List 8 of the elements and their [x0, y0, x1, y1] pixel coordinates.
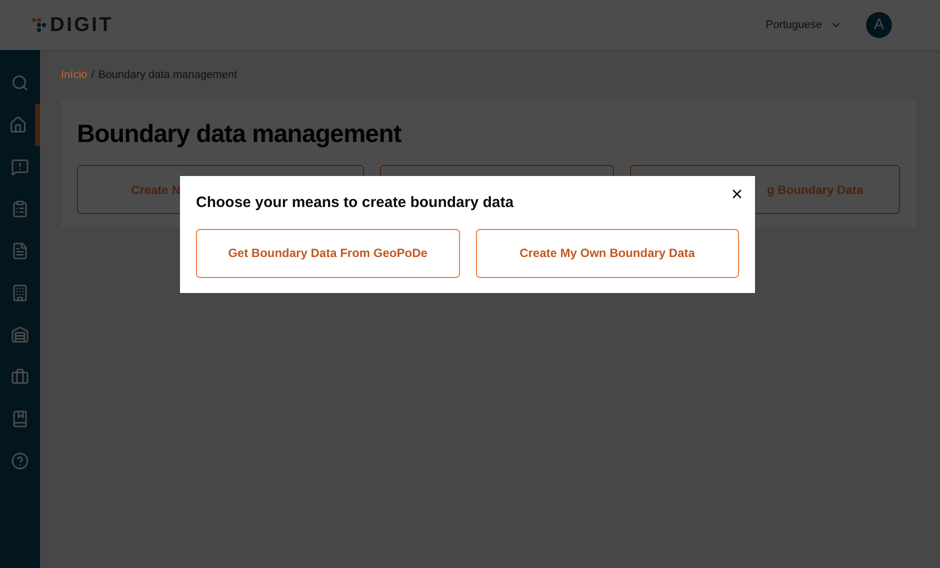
- modal-title: Choose your means to create boundary data: [196, 193, 515, 213]
- option-button[interactable]: Create My Own Boundary Data: [476, 228, 739, 278]
- page-title: Boundary data management: [77, 118, 402, 150]
- breadcrumb-separator: /: [91, 68, 94, 83]
- logo-text: DIGIT: [50, 13, 114, 38]
- close-icon: [730, 187, 744, 201]
- option-button[interactable]: Get Boundary Data From GeoPoDe: [196, 228, 460, 278]
- breadcrumb-link[interactable]: Início: [61, 67, 88, 84]
